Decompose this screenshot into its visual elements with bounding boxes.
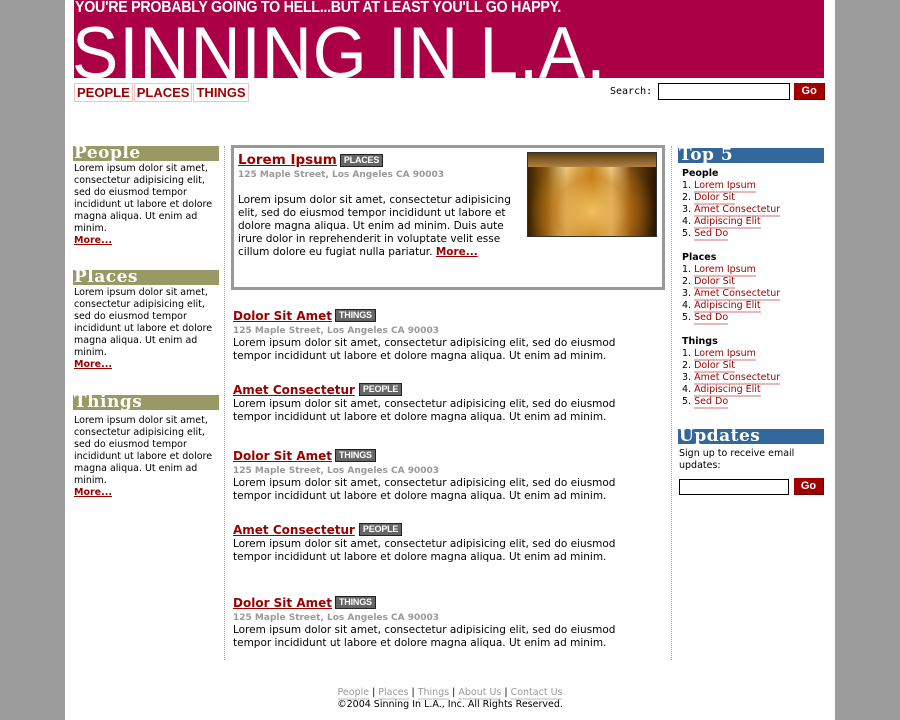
footer-links: People | Places | Things | About Us | Contact Us [337, 687, 563, 700]
featured-body: Lorem ipsum dolor sit amet, consectetur … [238, 194, 523, 259]
article-address: 125 Maple Street, Los Angeles CA 90003 [233, 326, 440, 336]
updates-form: Go [679, 478, 824, 495]
section-heading: Updates [678, 429, 824, 444]
article-list: Dolor Sit Amet THINGS 125 Maple Street, L… [233, 307, 653, 650]
section-heading: Things [73, 395, 219, 410]
article-item: Dolor Sit Amet THINGS 125 Maple Street, L… [233, 307, 653, 363]
article-item: Amet Consectetur PEOPLE Lorem ipsum dolor… [233, 521, 653, 564]
nav-places[interactable]: PLACES [133, 83, 193, 102]
article-body: Lorem ipsum dolor sit amet, consectetur … [233, 337, 616, 362]
section-text: Lorem ipsum dolor sit amet, consectetur … [74, 287, 219, 371]
more-link[interactable]: More... [74, 359, 112, 370]
list-item: 5. Sed Do [682, 396, 729, 409]
left-section-things: Things Lorem ipsum dolor sit amet, conse… [73, 395, 219, 499]
page: YOU'RE PROBABLY GOING TO HELL...BUT AT L… [65, 0, 835, 720]
group-heading: People [682, 168, 719, 179]
top5-group-things: Things 1. Lorem Ipsum 2. Dolor Sit 3. Am… [678, 336, 824, 409]
section-heading: People [73, 146, 219, 161]
category-badge[interactable]: THINGS [335, 449, 376, 462]
updates-panel: Updates Sign up to receive email updates… [678, 429, 824, 495]
list-item: 2. Dolor Sit [682, 192, 735, 205]
featured-article: Lorem Ipsum PLACES 125 Maple Street, Los… [231, 145, 665, 290]
email-input[interactable] [679, 478, 789, 495]
updates-text: Sign up to receive email updates: [679, 448, 795, 471]
left-section-people: People Lorem ipsum dolor sit amet, conse… [73, 146, 219, 247]
search-bar: Search: Go [610, 83, 826, 100]
nav-things[interactable]: THINGS [193, 83, 249, 102]
category-badge[interactable]: THINGS [335, 596, 376, 609]
list-item: 3. Amet Consectetur [682, 288, 781, 301]
column-divider [224, 146, 225, 660]
more-link[interactable]: More... [74, 487, 112, 498]
list-item: 5. Sed Do [682, 312, 729, 325]
updates-go-button[interactable]: Go [794, 478, 824, 495]
list-item: 2. Dolor Sit [682, 276, 735, 289]
article-body: Lorem ipsum dolor sit amet, consectetur … [233, 538, 616, 563]
search-go-button[interactable]: Go [794, 83, 826, 100]
restaurant-photo[interactable] [527, 152, 657, 237]
section-text-body: Lorem ipsum dolor sit amet, consectetur … [74, 287, 213, 358]
article-item: Amet Consectetur PEOPLE Lorem ipsum dolor… [233, 381, 653, 424]
list-item: 1. Lorem Ipsum [682, 264, 756, 277]
list-item: 5. Sed Do [682, 228, 729, 241]
section-text: Lorem ipsum dolor sit amet, consectetur … [74, 415, 219, 499]
list-item: 4. Adipiscing Elit [682, 216, 761, 229]
top5-group-people: People 1. Lorem Ipsum 2. Dolor Sit 3. Am… [678, 168, 824, 241]
article-body: Lorem ipsum dolor sit amet, consectetur … [233, 624, 616, 649]
section-heading: Top 5 [678, 148, 824, 163]
article-title-link[interactable]: Dolor Sit Amet [233, 596, 332, 610]
list-item: 3. Amet Consectetur [682, 204, 781, 217]
category-badge[interactable]: PEOPLE [358, 523, 403, 536]
article-title-link[interactable]: Amet Consectetur [233, 523, 355, 537]
article-title-link[interactable]: Dolor Sit Amet [233, 449, 332, 463]
left-section-places: Places Lorem ipsum dolor sit amet, conse… [73, 270, 219, 371]
search-input[interactable] [658, 83, 791, 100]
article-body: Lorem ipsum dolor sit amet, consectetur … [233, 398, 616, 423]
category-badge[interactable]: PEOPLE [358, 383, 403, 396]
footer: People | Places | Things | About Us | Contact Us… [65, 687, 835, 711]
article-title-link[interactable]: Dolor Sit Amet [233, 309, 332, 323]
more-link[interactable]: More... [74, 235, 112, 246]
header-banner: YOU'RE PROBABLY GOING TO HELL...BUT AT L… [74, 0, 824, 78]
left-column: People Lorem ipsum dolor sit amet, conse… [73, 146, 219, 523]
article-item: Dolor Sit Amet THINGS 125 Maple Street, L… [233, 594, 653, 650]
category-badge[interactable]: THINGS [335, 309, 376, 322]
article-address: 125 Maple Street, Los Angeles CA 90003 [233, 466, 440, 476]
article-address: 125 Maple Street, Los Angeles CA 90003 [233, 613, 440, 623]
search-label: Search: [610, 86, 653, 97]
top5-panel: Top 5 People 1. Lorem Ipsum 2. Dolor Sit… [678, 148, 824, 420]
featured-title-link[interactable]: Lorem Ipsum [238, 152, 337, 168]
group-heading: Things [682, 336, 718, 347]
list-item: 1. Lorem Ipsum [682, 180, 756, 193]
article-title-link[interactable]: Amet Consectetur [233, 383, 355, 397]
article-item: Dolor Sit Amet THINGS 125 Maple Street, L… [233, 447, 653, 503]
column-divider [671, 146, 672, 660]
top5-group-places: Places 1. Lorem Ipsum 2. Dolor Sit 3. Am… [678, 252, 824, 325]
article-body: Lorem ipsum dolor sit amet, consectetur … [233, 477, 616, 502]
section-text-body: Lorem ipsum dolor sit amet, consectetur … [74, 415, 213, 486]
list-item: 3. Amet Consectetur [682, 372, 781, 385]
section-text: Lorem ipsum dolor sit amet, consectetur … [74, 163, 219, 247]
top5-link[interactable]: Sed Do [694, 396, 729, 409]
copyright: ©2004 Sinning In L.A., Inc. All Rights R… [337, 699, 563, 710]
featured-title-row: Lorem Ipsum PLACES [238, 152, 384, 168]
top5-link[interactable]: Sed Do [694, 228, 729, 241]
list-item: 4. Adipiscing Elit [682, 300, 761, 313]
main-nav: PEOPLE PLACES THINGS [74, 83, 249, 102]
section-heading: Places [73, 270, 219, 285]
list-item: 1. Lorem Ipsum [682, 348, 756, 361]
section-text-body: Lorem ipsum dolor sit amet, consectetur … [74, 163, 213, 234]
group-heading: Places [682, 252, 717, 263]
site-logo[interactable]: SINNING IN L.A. [74, 14, 606, 79]
list-item: 2. Dolor Sit [682, 360, 735, 373]
top5-link[interactable]: Sed Do [694, 312, 729, 325]
category-badge[interactable]: PLACES [339, 153, 384, 167]
featured-address: 125 Maple Street, Los Angeles CA 90003 [238, 170, 445, 180]
more-link[interactable]: More... [436, 246, 478, 258]
list-item: 4. Adipiscing Elit [682, 384, 761, 397]
nav-people[interactable]: PEOPLE [74, 83, 133, 102]
